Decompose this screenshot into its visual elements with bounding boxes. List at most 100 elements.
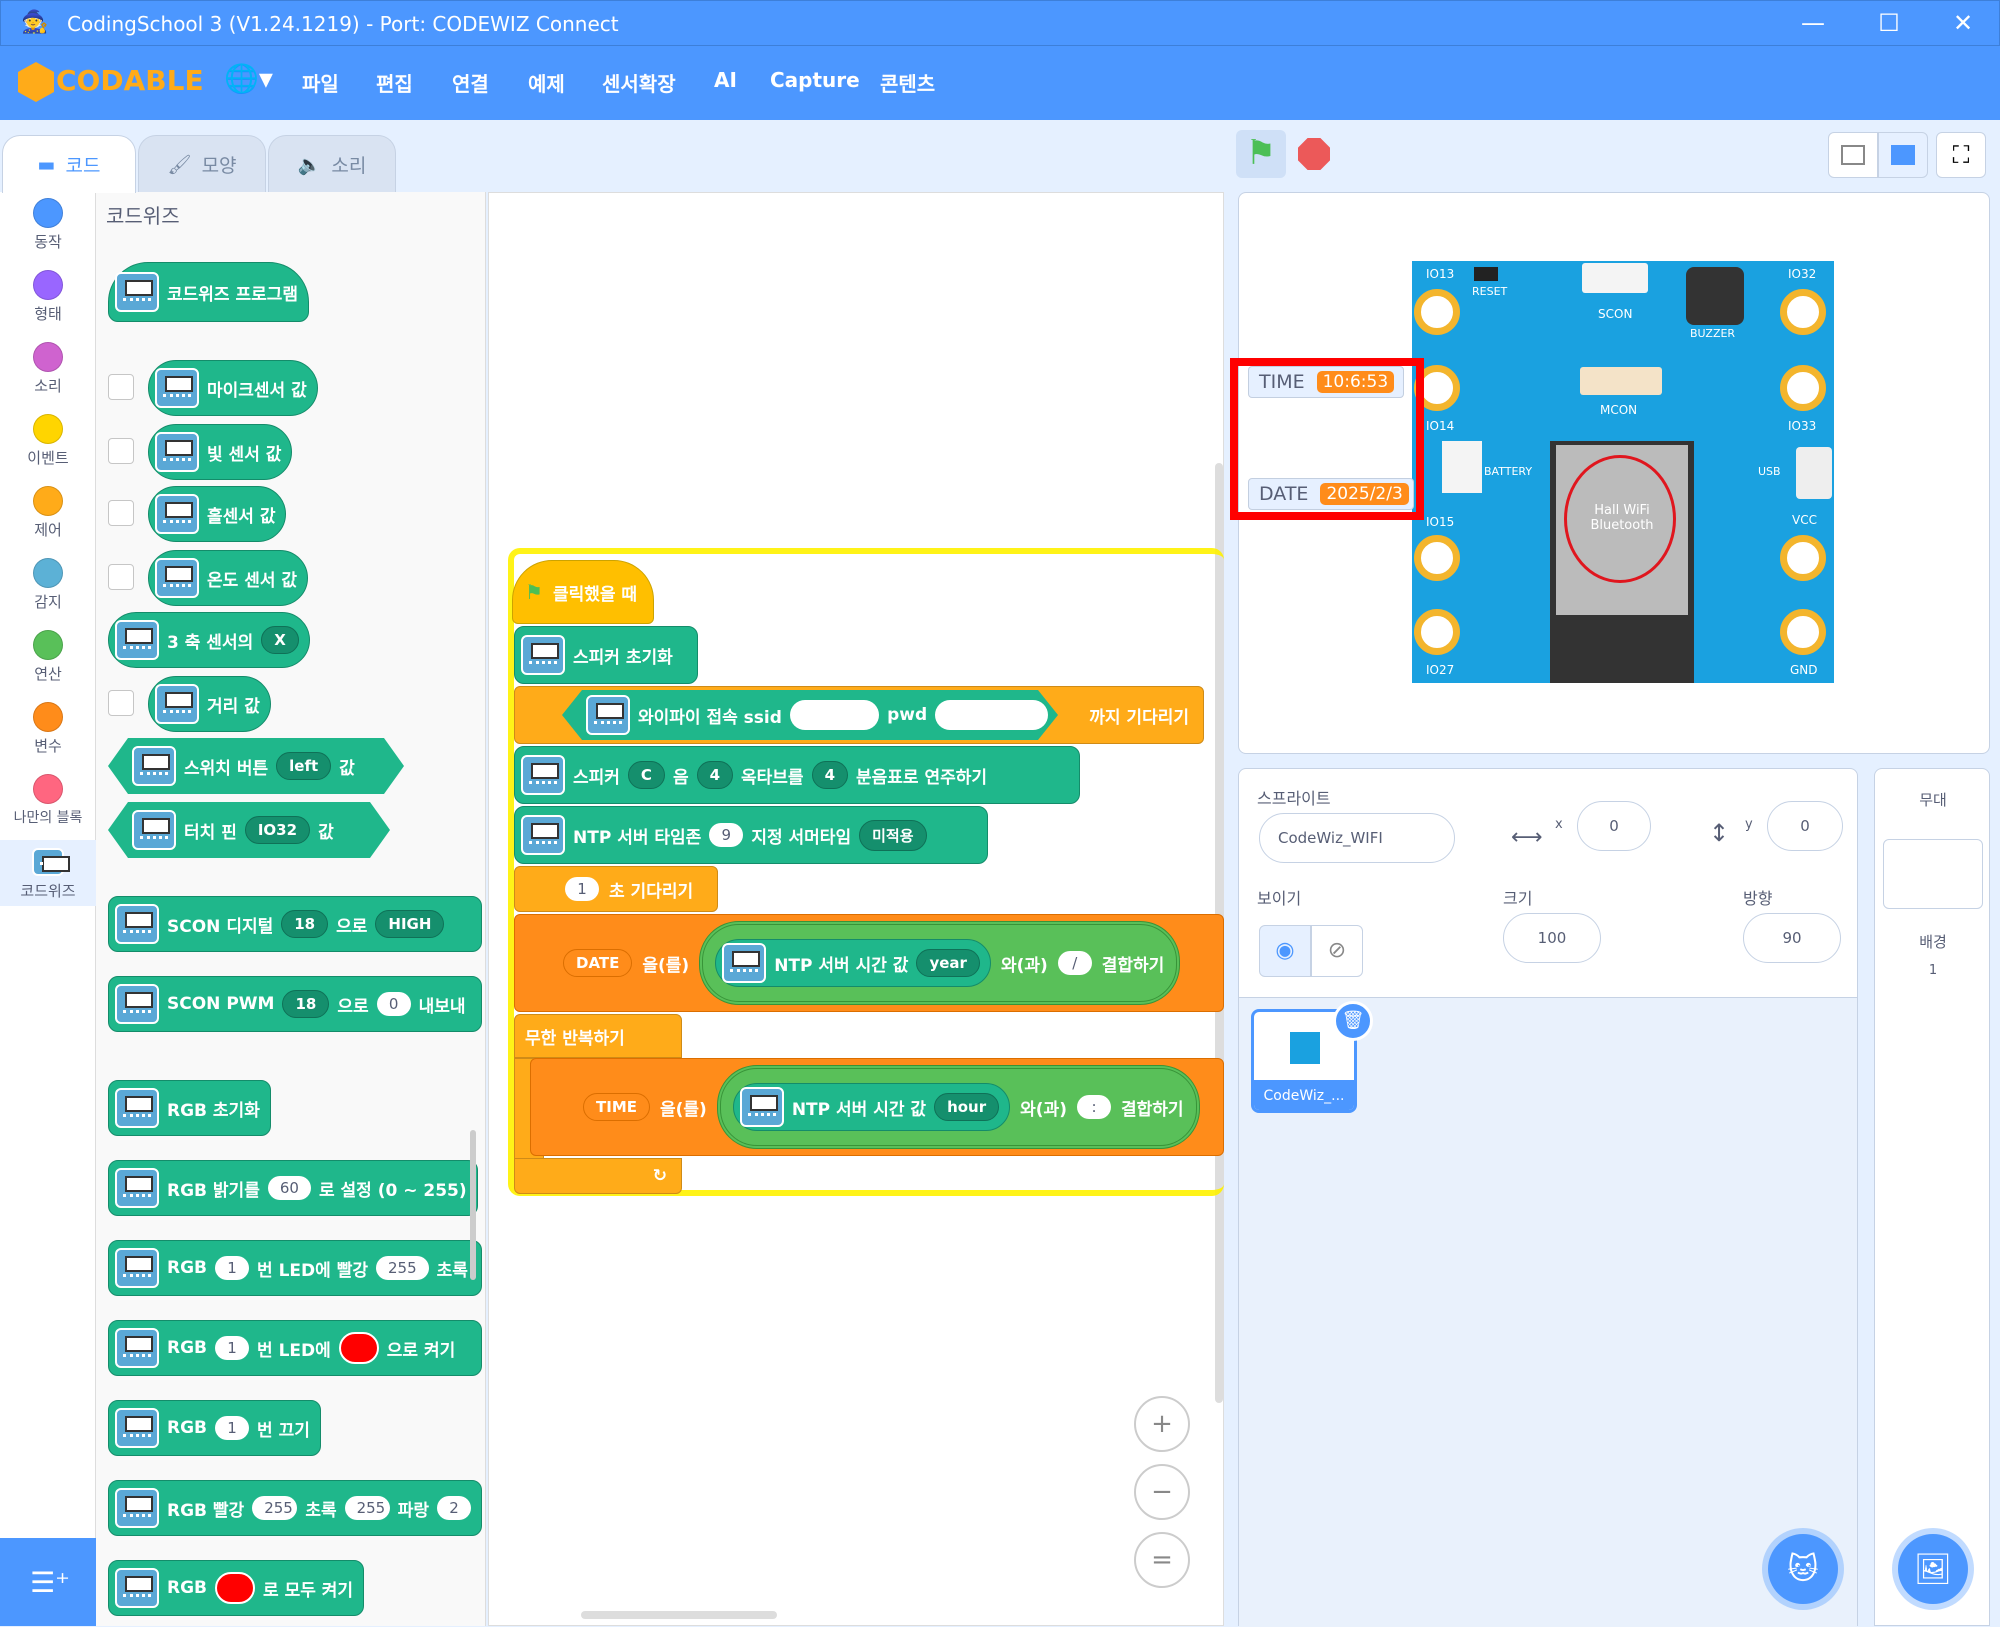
backdrop-thumbnail[interactable] <box>1883 839 1983 909</box>
menu-examples[interactable]: 예제 <box>528 68 565 97</box>
checkbox-hall[interactable] <box>108 500 134 526</box>
sprite-name-input[interactable]: CodeWiz_WIFI <box>1259 813 1455 863</box>
add-sprite-button[interactable]: 🐱 <box>1768 1534 1838 1604</box>
block-ntp-time-value[interactable]: NTP 서버 시간 값 hour <box>732 1083 1011 1131</box>
led-number-input[interactable]: 1 <box>215 1336 250 1360</box>
category-sound[interactable]: 소리 <box>0 342 96 396</box>
menu-capture[interactable]: Capture <box>770 68 860 92</box>
block-speaker-init[interactable]: 스피커 초기화 <box>514 626 698 684</box>
time-variable-dropdown[interactable]: TIME <box>583 1093 650 1121</box>
timezone-input[interactable]: 9 <box>709 823 744 847</box>
block-distance-value[interactable]: 거리 값 <box>148 676 271 732</box>
zoom-in-button[interactable]: + <box>1134 1396 1190 1452</box>
wait-seconds-input[interactable]: 1 <box>565 877 599 901</box>
checkbox-distance[interactable] <box>108 690 134 716</box>
scon-pin-dropdown[interactable]: 18 <box>281 910 329 938</box>
hide-sprite-button[interactable]: ⊘ <box>1311 925 1363 977</box>
stop-button[interactable] <box>1298 138 1330 170</box>
switch-dropdown[interactable]: left <box>276 752 331 780</box>
block-ntp-timezone[interactable]: NTP 서버 타임존 9 지정 서머타임 미적용 <box>514 806 988 864</box>
fullscreen-button[interactable]: ⛶ <box>1936 132 1986 178</box>
block-scon-digital[interactable]: SCON 디지털 18 으로 HIGH <box>108 896 482 952</box>
date-separator-input[interactable]: / <box>1057 951 1092 975</box>
join-operator[interactable]: NTP 서버 시간 값 hour 와(과): 결합하기 <box>716 1065 1200 1149</box>
block-mic-value[interactable]: 마이크센서 값 <box>148 360 318 416</box>
join-operator[interactable]: NTP 서버 시간 값 year 와(과) / 결합하기 <box>699 921 1181 1005</box>
block-when-flag-clicked[interactable]: ⚑ 클릭했을 때 <box>512 560 654 624</box>
menu-sensor-extension[interactable]: 센서확장 <box>602 68 676 97</box>
add-extension-button[interactable]: ☰⁺ <box>0 1538 96 1626</box>
normal-stage-button[interactable] <box>1878 132 1928 178</box>
tab-code[interactable]: ▬ 코드 <box>2 135 136 193</box>
red-value-input[interactable]: 255 <box>375 1256 429 1280</box>
block-rgb-brightness[interactable]: RGB 밝기를 60 로 설정 (0 ~ 255) <box>108 1160 478 1216</box>
block-wifi-connect[interactable]: 와이파이 접속 ssid pwd <box>562 690 1058 740</box>
category-variables[interactable]: 변수 <box>0 702 96 756</box>
green-input[interactable]: 255 <box>344 1496 390 1520</box>
block-set-time[interactable]: TIME 을(를) NTP 서버 시간 값 hour 와(과): 결합하기 <box>530 1058 1224 1156</box>
octave-dropdown[interactable]: 4 <box>696 761 734 789</box>
block-rgb-off[interactable]: RGB 1 번 끄기 <box>108 1400 321 1456</box>
block-touch-pin[interactable]: 터치 핀 IO32 값 <box>108 802 390 858</box>
block-temp-value[interactable]: 온도 센서 값 <box>148 550 309 606</box>
minimize-button[interactable]: — <box>1793 7 1833 39</box>
y-position-input[interactable]: 0 <box>1767 801 1843 851</box>
category-operators[interactable]: 연산 <box>0 630 96 684</box>
close-button[interactable]: ✕ <box>1943 7 1983 39</box>
block-rgb-led-color[interactable]: RGB 1 번 LED에 빨강 255 초록 <box>108 1240 482 1296</box>
category-my-blocks[interactable]: 나만의 블록 <box>0 774 96 827</box>
workspace-hscrollbar[interactable] <box>581 1611 777 1619</box>
category-motion[interactable]: 동작 <box>0 198 96 252</box>
size-input[interactable]: 100 <box>1503 913 1601 963</box>
date-variable-dropdown[interactable]: DATE <box>563 949 633 977</box>
block-switch-button[interactable]: 스위치 버튼 left 값 <box>108 738 404 794</box>
menu-contents[interactable]: 콘텐츠 <box>880 68 935 97</box>
color-swatch[interactable] <box>215 1572 256 1604</box>
menu-ai[interactable]: AI <box>714 68 737 92</box>
maximize-button[interactable]: ☐ <box>1869 7 1909 39</box>
ssid-input[interactable] <box>790 700 879 730</box>
add-backdrop-button[interactable]: 🖼 <box>1898 1534 1968 1604</box>
category-codewiz[interactable]: 코드위즈 <box>0 840 96 906</box>
category-events[interactable]: 이벤트 <box>0 414 96 468</box>
blue-input[interactable]: 2 <box>436 1496 471 1520</box>
pwd-input[interactable] <box>935 700 1048 730</box>
codewiz-board-sprite[interactable]: IO13 RESET SCON BUZZER IO32 IO14 MCON IO… <box>1412 261 1834 683</box>
block-rgb-led-picker[interactable]: RGB 1 번 LED에 으로 켜기 <box>108 1320 482 1376</box>
block-speaker-play[interactable]: 스피커 C 음 4 옥타브를 4 분음표로 연주하기 <box>514 746 1080 804</box>
category-sensing[interactable]: 감지 <box>0 558 96 612</box>
direction-input[interactable]: 90 <box>1743 913 1841 963</box>
menu-edit[interactable]: 편집 <box>376 68 413 97</box>
red-input[interactable]: 255 <box>252 1496 298 1520</box>
led-number-input[interactable]: 1 <box>215 1416 250 1440</box>
zoom-reset-button[interactable]: = <box>1134 1532 1190 1588</box>
menu-file[interactable]: 파일 <box>302 68 339 97</box>
menu-connect[interactable]: 연결 <box>452 68 489 97</box>
green-flag-button[interactable]: ⚑ <box>1236 130 1286 178</box>
block-rgb-all-color[interactable]: RGB 로 모두 켜기 <box>108 1560 365 1616</box>
beat-dropdown[interactable]: 4 <box>811 761 849 789</box>
checkbox-light[interactable] <box>108 438 134 464</box>
category-control[interactable]: 제어 <box>0 486 96 540</box>
block-light-value[interactable]: 빛 센서 값 <box>148 424 293 480</box>
note-dropdown[interactable]: C <box>627 761 665 789</box>
led-number-input[interactable]: 1 <box>215 1256 250 1280</box>
axis-dropdown[interactable]: X <box>261 626 299 654</box>
block-hall-value[interactable]: 홀센서 값 <box>148 486 287 542</box>
dst-dropdown[interactable]: 미적용 <box>859 819 927 851</box>
touch-pin-dropdown[interactable]: IO32 <box>245 816 310 844</box>
block-rgb-init[interactable]: RGB 초기화 <box>108 1080 271 1136</box>
year-dropdown[interactable]: year <box>916 949 980 977</box>
category-looks[interactable]: 형태 <box>0 270 96 324</box>
delete-sprite-button[interactable]: 🗑 <box>1333 1001 1373 1041</box>
block-codewiz-program[interactable]: 코드위즈 프로그램 <box>108 262 310 322</box>
block-wait-seconds[interactable]: 1초 기다리기 <box>514 866 718 912</box>
tab-sounds[interactable]: 🔈 소리 <box>268 135 396 193</box>
checkbox-temp[interactable] <box>108 564 134 590</box>
block-3axis-sensor[interactable]: 3 축 센서의 X <box>108 612 310 668</box>
pwm-value-input[interactable]: 0 <box>376 992 411 1016</box>
palette-scrollbar[interactable] <box>470 1130 476 1280</box>
color-swatch[interactable] <box>338 1332 379 1364</box>
block-forever[interactable]: 무한 반복하기 <box>514 1014 682 1058</box>
pwm-pin-dropdown[interactable]: 18 <box>282 990 330 1018</box>
